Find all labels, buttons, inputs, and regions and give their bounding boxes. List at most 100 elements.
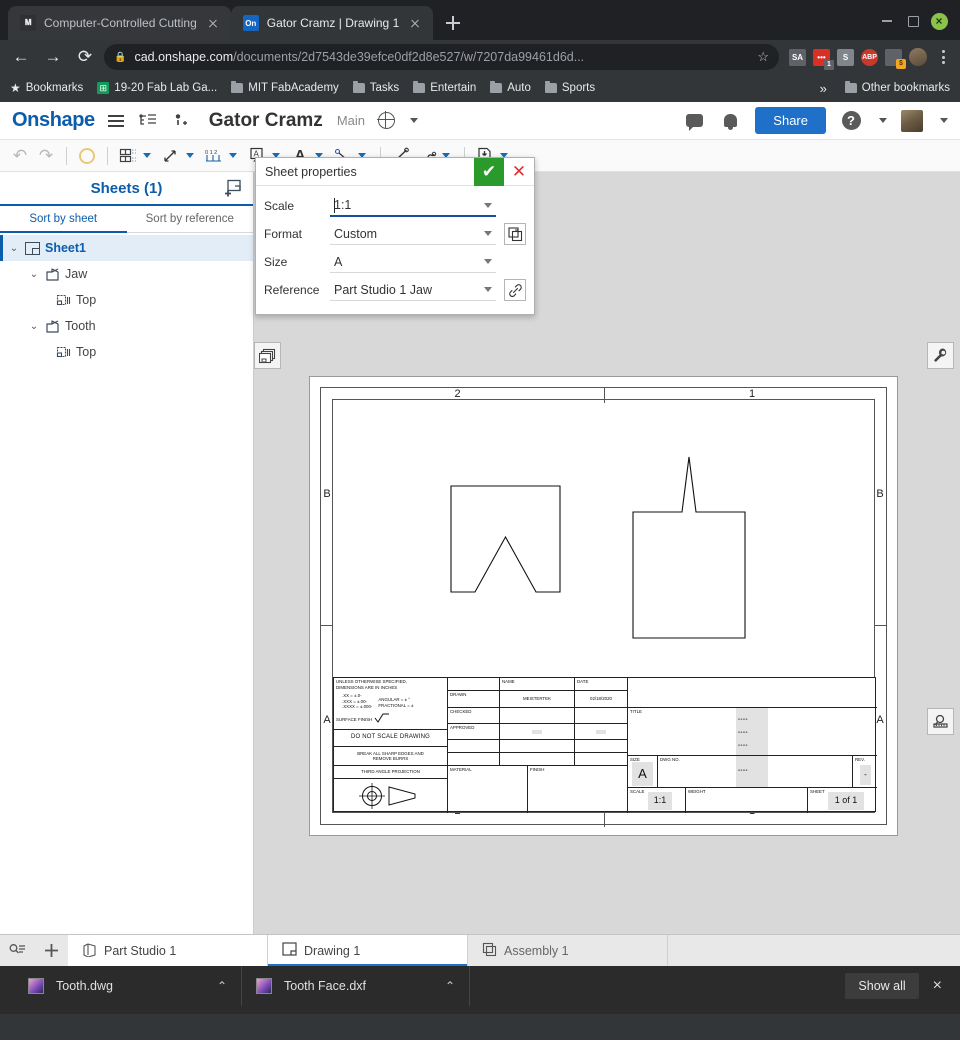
- add-sheet-icon[interactable]: [221, 176, 245, 200]
- measure-tool-icon[interactable]: [927, 708, 954, 735]
- tab-assembly-1[interactable]: Assembly 1: [468, 935, 668, 966]
- search-tabs-icon[interactable]: [0, 935, 34, 966]
- share-button[interactable]: Share: [755, 107, 826, 134]
- chevron-down-icon[interactable]: ⌄: [28, 269, 40, 280]
- title-block[interactable]: UNLESS OTHERWISE SPECIFIED, DIMENSIONS A…: [333, 677, 877, 813]
- comment-icon[interactable]: [683, 110, 705, 132]
- chevron-down-icon[interactable]: [879, 118, 887, 123]
- checkmark-icon[interactable]: ✔: [474, 157, 504, 186]
- close-x-icon[interactable]: ✕: [504, 158, 534, 186]
- address-bar[interactable]: 🔒 cad.onshape.com/documents/2d7543de39ef…: [104, 44, 779, 70]
- download-item-tooth-dwg[interactable]: Tooth.dwg ⌃: [14, 966, 242, 1006]
- reference-select[interactable]: Part Studio 1 Jaw: [330, 279, 496, 301]
- tree-item-sheet1[interactable]: ⌄ Sheet1: [0, 235, 253, 261]
- chevron-down-icon[interactable]: [186, 153, 194, 158]
- bookmark-item-entertain[interactable]: Entertain: [413, 81, 476, 94]
- sheet-properties-dialog[interactable]: Sheet properties ✔ ✕ Scale 1:1 Format Cu…: [255, 157, 535, 315]
- add-tab-icon[interactable]: [34, 935, 68, 966]
- honey-extension-icon[interactable]: $: [885, 48, 906, 69]
- insert-table-icon[interactable]: [116, 144, 140, 168]
- s-extension-icon[interactable]: S: [837, 48, 854, 66]
- bookmark-label: Bookmarks: [25, 82, 84, 94]
- show-all-downloads-button[interactable]: Show all: [845, 973, 919, 999]
- scale-input[interactable]: 1:1: [330, 195, 496, 217]
- chevron-down-icon[interactable]: [143, 153, 151, 158]
- sa-extension-icon[interactable]: SA: [789, 48, 806, 66]
- chevron-up-icon[interactable]: ⌃: [217, 979, 227, 993]
- chevron-down-icon[interactable]: [484, 259, 492, 264]
- close-icon[interactable]: [205, 15, 221, 31]
- chevron-down-icon[interactable]: [484, 287, 492, 292]
- refresh-views-icon[interactable]: [75, 144, 99, 168]
- hamburger-menu-icon[interactable]: [105, 110, 127, 132]
- download-item-tooth-face-dxf[interactable]: Tooth Face.dxf ⌃: [242, 966, 470, 1006]
- chevron-down-icon[interactable]: [940, 118, 948, 123]
- bookmark-item-bookmarks[interactable]: ★ Bookmarks: [10, 81, 83, 95]
- tab-sort-by-sheet[interactable]: Sort by sheet: [0, 206, 127, 233]
- tree-item-tooth[interactable]: ⌄ Tooth: [0, 313, 253, 339]
- rev-cell: REV. -: [853, 756, 877, 788]
- tab-part-studio-1[interactable]: Part Studio 1: [68, 935, 268, 966]
- browser-tab-2[interactable]: On Gator Cramz | Drawing 1: [230, 6, 434, 40]
- notification-bell-icon[interactable]: [719, 110, 741, 132]
- third-angle-projection-icon: [358, 783, 415, 809]
- bookmark-item-fabacademy[interactable]: MIT FabAcademy: [231, 81, 339, 94]
- bookmark-item-tasks[interactable]: Tasks: [352, 81, 399, 94]
- drawing-canvas[interactable]: 2 1 2 1 B A B A: [254, 157, 960, 934]
- add-person-icon[interactable]: [169, 110, 191, 132]
- copy-format-icon[interactable]: [504, 223, 526, 245]
- help-icon[interactable]: ?: [840, 110, 862, 132]
- chevron-down-icon[interactable]: ⌄: [8, 243, 20, 254]
- link-icon[interactable]: [504, 279, 526, 301]
- bookmark-item-sports[interactable]: Sports: [544, 81, 595, 94]
- tree-item-jaw-top[interactable]: Top: [0, 287, 253, 313]
- tab-sort-by-reference[interactable]: Sort by reference: [127, 206, 254, 232]
- close-icon[interactable]: [407, 15, 423, 31]
- format-select[interactable]: Custom: [330, 223, 496, 245]
- forward-button[interactable]: →: [40, 44, 66, 70]
- wrench-tool-icon[interactable]: [927, 342, 954, 369]
- jaw-part-shape[interactable]: [448, 483, 563, 595]
- bookmark-star-icon[interactable]: ☆: [757, 49, 769, 65]
- chevron-down-icon[interactable]: ⌄: [28, 321, 40, 332]
- back-button[interactable]: ←: [8, 44, 34, 70]
- tooth-part-shape[interactable]: [630, 449, 748, 641]
- browser-menu-icon[interactable]: [934, 50, 952, 64]
- chevron-up-icon[interactable]: ⌃: [445, 979, 455, 993]
- onshape-logo[interactable]: Onshape: [12, 109, 95, 132]
- adblock-plus-extension-icon[interactable]: ABP: [861, 48, 878, 66]
- branch-label: Main: [336, 113, 365, 128]
- undo-icon[interactable]: ↶: [8, 144, 32, 168]
- other-bookmarks-folder[interactable]: Other bookmarks: [844, 81, 950, 94]
- close-window-button[interactable]: ×: [928, 10, 950, 32]
- tree-item-tooth-top[interactable]: Top: [0, 339, 253, 365]
- app-body: Sheets (1) Sort by sheet Sort by referen…: [0, 157, 960, 934]
- bookmark-item-fablab[interactable]: ⊞ 19-20 Fab Lab Ga...: [97, 82, 217, 94]
- chevron-down-icon[interactable]: [484, 231, 492, 236]
- tab-drawing-1[interactable]: Drawing 1: [268, 935, 468, 966]
- new-tab-button[interactable]: [439, 9, 467, 37]
- redo-icon[interactable]: ↷: [34, 144, 58, 168]
- chevron-down-icon[interactable]: [410, 118, 418, 123]
- sheet-stack-icon[interactable]: [254, 342, 281, 369]
- profile-avatar[interactable]: [909, 48, 927, 66]
- ordinate-dimension-icon[interactable]: 0 1 2: [202, 144, 226, 168]
- user-avatar-icon[interactable]: [901, 109, 923, 132]
- globe-icon[interactable]: [375, 110, 397, 132]
- maximize-button[interactable]: [902, 10, 924, 32]
- drawing-sheet[interactable]: 2 1 2 1 B A B A: [309, 376, 898, 836]
- bookmarks-overflow-icon[interactable]: »: [820, 81, 831, 96]
- dialog-body: Scale 1:1 Format Custom Size A Reference…: [256, 186, 534, 314]
- dimension-icon[interactable]: [159, 144, 183, 168]
- chevron-down-icon[interactable]: [484, 202, 492, 208]
- minimize-button[interactable]: [876, 10, 898, 32]
- size-select[interactable]: A: [330, 251, 496, 273]
- browser-tab-1[interactable]: 𝐌 Computer-Controlled Cutting: [8, 6, 231, 40]
- red-extension-icon[interactable]: ••• 1: [813, 48, 834, 70]
- document-tree-icon[interactable]: [137, 110, 159, 132]
- close-shelf-icon[interactable]: ×: [933, 977, 946, 995]
- tree-item-jaw[interactable]: ⌄ Jaw: [0, 261, 253, 287]
- chevron-down-icon[interactable]: [229, 153, 237, 158]
- bookmark-item-auto[interactable]: Auto: [490, 81, 531, 94]
- reload-button[interactable]: ⟳: [72, 44, 98, 70]
